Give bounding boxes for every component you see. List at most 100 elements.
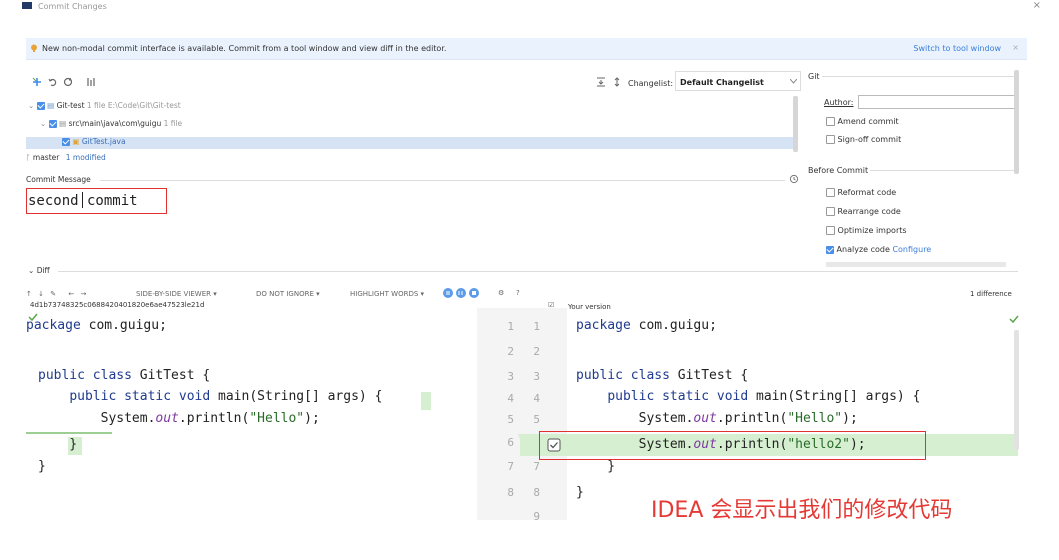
collapse-all-icon[interactable]	[612, 77, 622, 87]
root-name: Git-test	[56, 101, 85, 110]
left-revision: 4d1b73748325c0688420401820e6ae47523le21d	[30, 301, 205, 309]
lightbulb-icon	[31, 44, 37, 52]
right-line-number: 2	[533, 345, 540, 358]
deletion-marker	[26, 432, 112, 434]
rollback-icon[interactable]	[48, 77, 58, 87]
selected-row	[26, 137, 796, 149]
highlight-select[interactable]: HIGHLIGHT WORDS ▾	[350, 290, 424, 298]
chevron-down-icon: ⌄	[28, 266, 35, 275]
settings-icon[interactable]: ⚙	[498, 289, 504, 297]
modified-count[interactable]: 1 modified	[66, 153, 106, 162]
rearrange-option[interactable]: Rearrange code	[826, 207, 901, 216]
commit-message-label: Commit Message	[26, 175, 91, 184]
tree-file[interactable]: ▣ GitTest.java	[62, 137, 126, 146]
divider	[58, 271, 1018, 272]
right-code-line-5: System.out.println("Hello");	[576, 411, 858, 426]
amend-commit-option[interactable]: Amend commit	[826, 117, 899, 126]
title-bar: Commit Changes ×	[0, 0, 1059, 36]
viewer-select[interactable]: SIDE-BY-SIDE VIEWER ▾	[136, 290, 217, 298]
text-cursor	[82, 192, 83, 208]
diff-label: Diff	[36, 266, 50, 275]
right-line-number: 5	[533, 413, 540, 426]
left-code-line-5: System.out.println("Hello");	[38, 411, 320, 426]
annotation-text: IDEA 会显示出我们的修改代码	[651, 498, 953, 523]
tree-root[interactable]: ⌄ ▤ Git-test 1 file E:\Code\Git\Git-test	[28, 101, 181, 110]
edit-icon[interactable]: ✎	[50, 290, 56, 298]
right-code-line-4: public static void main(String[] args) {	[607, 389, 921, 404]
info-banner: New non-modal commit interface is availa…	[26, 38, 1027, 60]
difference-count: 1 difference	[970, 290, 1012, 298]
reformat-option[interactable]: Reformat code	[826, 188, 896, 197]
root-checkbox[interactable]	[36, 102, 45, 110]
close-window-button[interactable]: ×	[1033, 0, 1041, 11]
changelist-value: Default Changelist	[680, 78, 764, 87]
git-panel-scrollbar[interactable]	[1014, 70, 1019, 174]
diff-toggle[interactable]: ⌄ Diff	[28, 266, 50, 275]
left-line-number: 6	[507, 436, 514, 449]
analyze-option[interactable]: Analyze code Configure	[826, 245, 931, 254]
reformat-label: Reformat code	[837, 188, 897, 197]
optimize-checkbox[interactable]	[826, 226, 835, 235]
help-button[interactable]: ?	[516, 289, 520, 297]
changelist-label: Changelist:	[628, 79, 674, 88]
configure-link[interactable]: Configure	[892, 245, 931, 254]
branch-icon: ᚴ	[26, 153, 31, 162]
left-line-number: 3	[507, 370, 514, 383]
tree-folder[interactable]: ⌄ ▤ src\main\java\com\guigu 1 file	[40, 119, 182, 128]
group-by-icon[interactable]	[86, 77, 96, 87]
reformat-checkbox[interactable]	[826, 188, 835, 197]
ignore-select[interactable]: DO NOT IGNORE ▾	[256, 290, 320, 298]
optimize-option[interactable]: Optimize imports	[826, 226, 907, 235]
right-code-line-8: }	[576, 485, 584, 500]
app-icon	[22, 2, 32, 9]
switch-to-tool-window-link[interactable]: Switch to tool window	[913, 44, 1001, 53]
folder-meta: 1 file	[163, 119, 183, 128]
check-icon	[1009, 315, 1019, 324]
author-input[interactable]	[858, 95, 1015, 109]
amend-label: Amend commit	[837, 117, 899, 126]
left-line-number: 4	[507, 392, 514, 405]
java-file-icon: ▣	[72, 137, 80, 146]
file-checkbox[interactable]	[62, 138, 70, 146]
left-code-line-7: }	[38, 459, 46, 474]
left-line-number: 5	[507, 413, 514, 426]
right-line-number: 1	[533, 320, 540, 333]
right-line-number: 9	[533, 510, 540, 523]
signoff-option[interactable]: Sign-off commit	[826, 135, 901, 144]
view-mode-icons[interactable]	[443, 287, 491, 299]
next-diff-icon[interactable]: ↓	[38, 290, 44, 298]
author-label: Author:	[824, 98, 854, 107]
left-code-line-4: public static void main(String[] args) {	[69, 389, 383, 404]
folder-checkbox[interactable]	[48, 120, 57, 128]
amend-checkbox[interactable]	[826, 117, 835, 126]
analyze-checkbox[interactable]	[826, 245, 834, 254]
left-line-number: 7	[507, 460, 514, 473]
brace-highlight	[421, 392, 431, 410]
diff-scrollbar[interactable]	[1014, 330, 1019, 450]
viewer-label: SIDE-BY-SIDE VIEWER	[136, 290, 212, 298]
left-line-number: 2	[507, 345, 514, 358]
banner-close-button[interactable]: ×	[1012, 43, 1019, 52]
folder-name: src\main\java\com\guigu	[68, 119, 162, 128]
module-icon: ▤	[47, 101, 55, 110]
branch-name: master	[32, 153, 60, 162]
chevron-down-icon	[790, 79, 797, 84]
expand-all-icon[interactable]	[596, 77, 606, 87]
left-code-line-1: package com.guigu;	[26, 318, 167, 333]
signoff-checkbox[interactable]	[826, 135, 835, 144]
back-icon[interactable]: ←	[68, 290, 74, 298]
added-line-red-box	[539, 431, 926, 460]
folder-icon: ▤	[59, 119, 67, 128]
history-icon[interactable]	[789, 174, 799, 184]
check-icon	[28, 313, 38, 322]
divider	[822, 76, 1014, 77]
analyze-label: Analyze code	[836, 245, 890, 254]
chevron-down-icon: ⌄	[28, 101, 35, 110]
refresh-icon[interactable]	[63, 77, 73, 87]
left-code-line-6: }	[38, 437, 78, 452]
forward-icon[interactable]: →	[80, 290, 86, 298]
prev-diff-icon[interactable]: ↑	[26, 290, 32, 298]
rearrange-checkbox[interactable]	[826, 207, 835, 216]
tree-scrollbar[interactable]	[793, 96, 798, 152]
add-icon[interactable]	[32, 77, 42, 87]
